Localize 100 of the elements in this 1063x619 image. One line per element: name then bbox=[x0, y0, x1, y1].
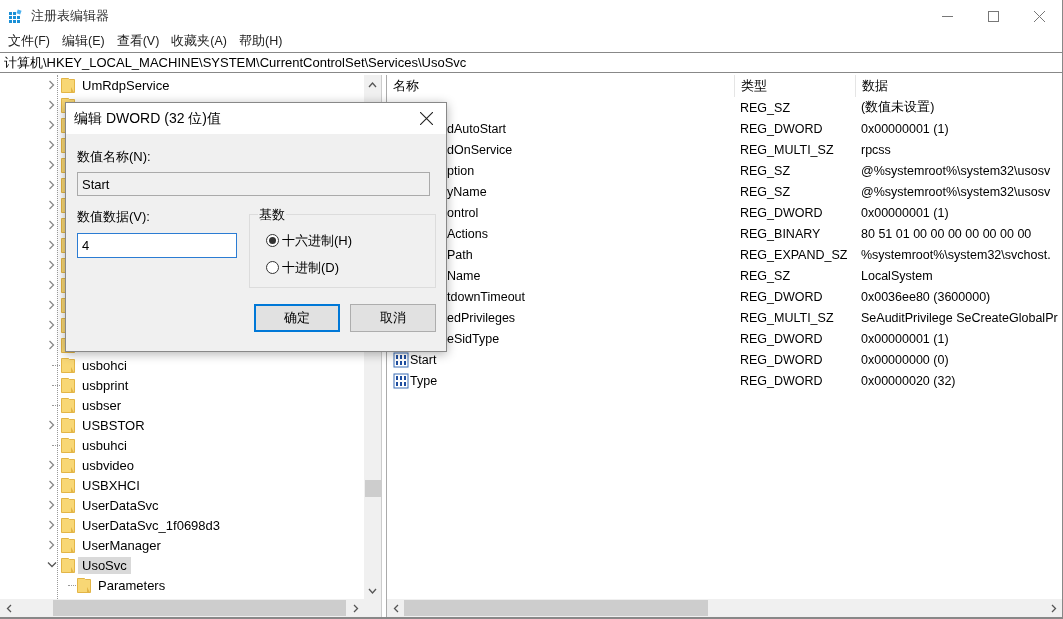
tree-item[interactable]: UsoSvc bbox=[78, 556, 131, 574]
value-name: Name bbox=[447, 268, 481, 283]
radio-button[interactable] bbox=[266, 261, 279, 274]
value-type: REG_SZ bbox=[739, 268, 791, 283]
chevron-right-icon[interactable] bbox=[48, 500, 56, 510]
radio-label[interactable]: 十六进制(H) bbox=[282, 231, 353, 250]
scroll-right-icon[interactable] bbox=[352, 603, 359, 613]
value-name: dOnService bbox=[447, 142, 513, 157]
value-name: edPrivileges bbox=[447, 310, 516, 325]
chevron-down-icon[interactable] bbox=[47, 561, 57, 569]
chevron-right-icon[interactable] bbox=[48, 300, 56, 310]
value-type: REG_DWORD bbox=[739, 289, 824, 304]
chevron-right-icon[interactable] bbox=[48, 80, 56, 90]
scroll-left-icon[interactable] bbox=[5, 603, 12, 613]
close-icon[interactable] bbox=[419, 112, 433, 125]
folder-icon bbox=[61, 457, 75, 473]
maximize-icon[interactable] bbox=[987, 10, 999, 22]
window-title: 注册表编辑器 bbox=[31, 7, 109, 25]
chevron-right-icon[interactable] bbox=[48, 160, 56, 170]
chevron-right-icon[interactable] bbox=[48, 520, 56, 530]
radio-label[interactable]: 十进制(D) bbox=[282, 258, 340, 277]
dialog-button[interactable]: 取消 bbox=[350, 304, 436, 332]
tree-item[interactable]: usbvideo bbox=[78, 456, 139, 474]
chevron-right-icon[interactable] bbox=[48, 100, 56, 110]
tree-item[interactable]: Parameters bbox=[94, 576, 170, 594]
value-data-field[interactable]: 4 bbox=[77, 233, 237, 258]
tree-item[interactable]: UmRdpService bbox=[78, 76, 174, 94]
radio-button[interactable] bbox=[266, 234, 279, 247]
dialog-button[interactable]: 确定 bbox=[254, 304, 340, 332]
menu-item[interactable]: 查看(V) bbox=[110, 33, 166, 50]
value-data: rpcss bbox=[860, 142, 892, 157]
chevron-right-icon[interactable] bbox=[48, 420, 56, 430]
scroll-left-icon[interactable] bbox=[392, 603, 399, 613]
chevron-right-icon[interactable] bbox=[48, 240, 56, 250]
value-data: (数值未设置) bbox=[860, 99, 936, 116]
value-name: dAutoStart bbox=[447, 121, 507, 136]
chevron-right-icon[interactable] bbox=[48, 180, 56, 190]
value-data: 80 51 01 00 00 00 00 00 00 00 bbox=[860, 226, 1033, 241]
value-name: ontrol bbox=[447, 205, 479, 220]
value-data: 0x00000001 (1) bbox=[860, 205, 950, 220]
menu-item[interactable]: 收藏夹(A) bbox=[165, 33, 233, 50]
chevron-right-icon[interactable] bbox=[48, 540, 56, 550]
tree-item[interactable]: usbser bbox=[78, 396, 126, 414]
chevron-right-icon[interactable] bbox=[48, 320, 56, 330]
value-type: REG_DWORD bbox=[739, 121, 824, 136]
minimize-icon[interactable] bbox=[941, 15, 953, 17]
chevron-right-icon[interactable] bbox=[48, 280, 56, 290]
value-type: REG_DWORD bbox=[739, 373, 824, 388]
scrollbar[interactable] bbox=[0, 599, 381, 617]
tree-item[interactable]: UserManager bbox=[78, 536, 165, 554]
folder-icon bbox=[61, 377, 75, 393]
value-type: REG_SZ bbox=[739, 184, 791, 199]
value-type: REG_EXPAND_SZ bbox=[739, 247, 849, 262]
tree-item[interactable]: usbohci bbox=[78, 356, 131, 374]
scroll-thumb[interactable] bbox=[364, 480, 381, 497]
value-name: yName bbox=[447, 184, 487, 199]
group-label: 基数 bbox=[258, 206, 286, 224]
chevron-right-icon[interactable] bbox=[48, 340, 56, 350]
chevron-right-icon[interactable] bbox=[48, 480, 56, 490]
chevron-right-icon[interactable] bbox=[48, 220, 56, 230]
tree-item[interactable]: UserDataSvc_1f0698d3 bbox=[78, 516, 225, 534]
value-name: tdownTimeout bbox=[447, 289, 526, 304]
value-name: Start bbox=[410, 352, 437, 367]
scroll-right-icon[interactable] bbox=[1050, 603, 1057, 613]
value-type: REG_BINARY bbox=[739, 226, 822, 241]
menu-item[interactable]: 帮助(H) bbox=[233, 33, 289, 50]
address-bar[interactable]: 计算机\HKEY_LOCAL_MACHINE\SYSTEM\CurrentControlSet\Services\UsoSvc bbox=[0, 52, 1062, 73]
folder-icon bbox=[61, 517, 75, 533]
field-label: 数值数据(V): bbox=[77, 209, 150, 224]
value-type: REG_DWORD bbox=[739, 331, 824, 346]
dialog-title: 编辑 DWORD (32 位)值 bbox=[74, 109, 222, 128]
chevron-right-icon[interactable] bbox=[48, 200, 56, 210]
column-header[interactable]: 名称 bbox=[387, 75, 734, 97]
chevron-right-icon[interactable] bbox=[48, 460, 56, 470]
value-name: Actions bbox=[447, 226, 488, 241]
field-label: 数值名称(N): bbox=[77, 148, 152, 166]
menu-item[interactable]: 编辑(E) bbox=[55, 33, 111, 50]
scrollbar[interactable] bbox=[387, 599, 1062, 617]
tree-item[interactable]: USBXHCI bbox=[78, 476, 144, 494]
tree-item[interactable]: usbprint bbox=[78, 376, 133, 394]
column-header[interactable]: 数据 bbox=[855, 75, 1062, 97]
binary-value-icon bbox=[393, 372, 409, 389]
scroll-thumb[interactable] bbox=[53, 600, 346, 616]
binary-value-icon bbox=[393, 351, 409, 368]
value-type: REG_SZ bbox=[739, 100, 791, 115]
menu-item[interactable]: 文件(F) bbox=[2, 33, 56, 50]
chevron-right-icon[interactable] bbox=[48, 140, 56, 150]
tree-item[interactable]: usbuhci bbox=[78, 436, 131, 454]
tree-item[interactable]: UserDataSvc bbox=[78, 496, 163, 514]
chevron-right-icon[interactable] bbox=[48, 260, 56, 270]
value-type: REG_DWORD bbox=[739, 205, 824, 220]
scroll-thumb[interactable] bbox=[404, 600, 708, 616]
value-type: REG_SZ bbox=[739, 163, 791, 178]
column-header[interactable]: 类型 bbox=[734, 75, 855, 97]
chevron-right-icon[interactable] bbox=[48, 120, 56, 130]
folder-icon bbox=[61, 357, 75, 373]
folder-icon bbox=[61, 557, 75, 573]
tree-item[interactable]: USBSTOR bbox=[78, 416, 149, 434]
value-name: Type bbox=[410, 373, 438, 388]
value-name-field[interactable]: Start bbox=[77, 172, 430, 196]
